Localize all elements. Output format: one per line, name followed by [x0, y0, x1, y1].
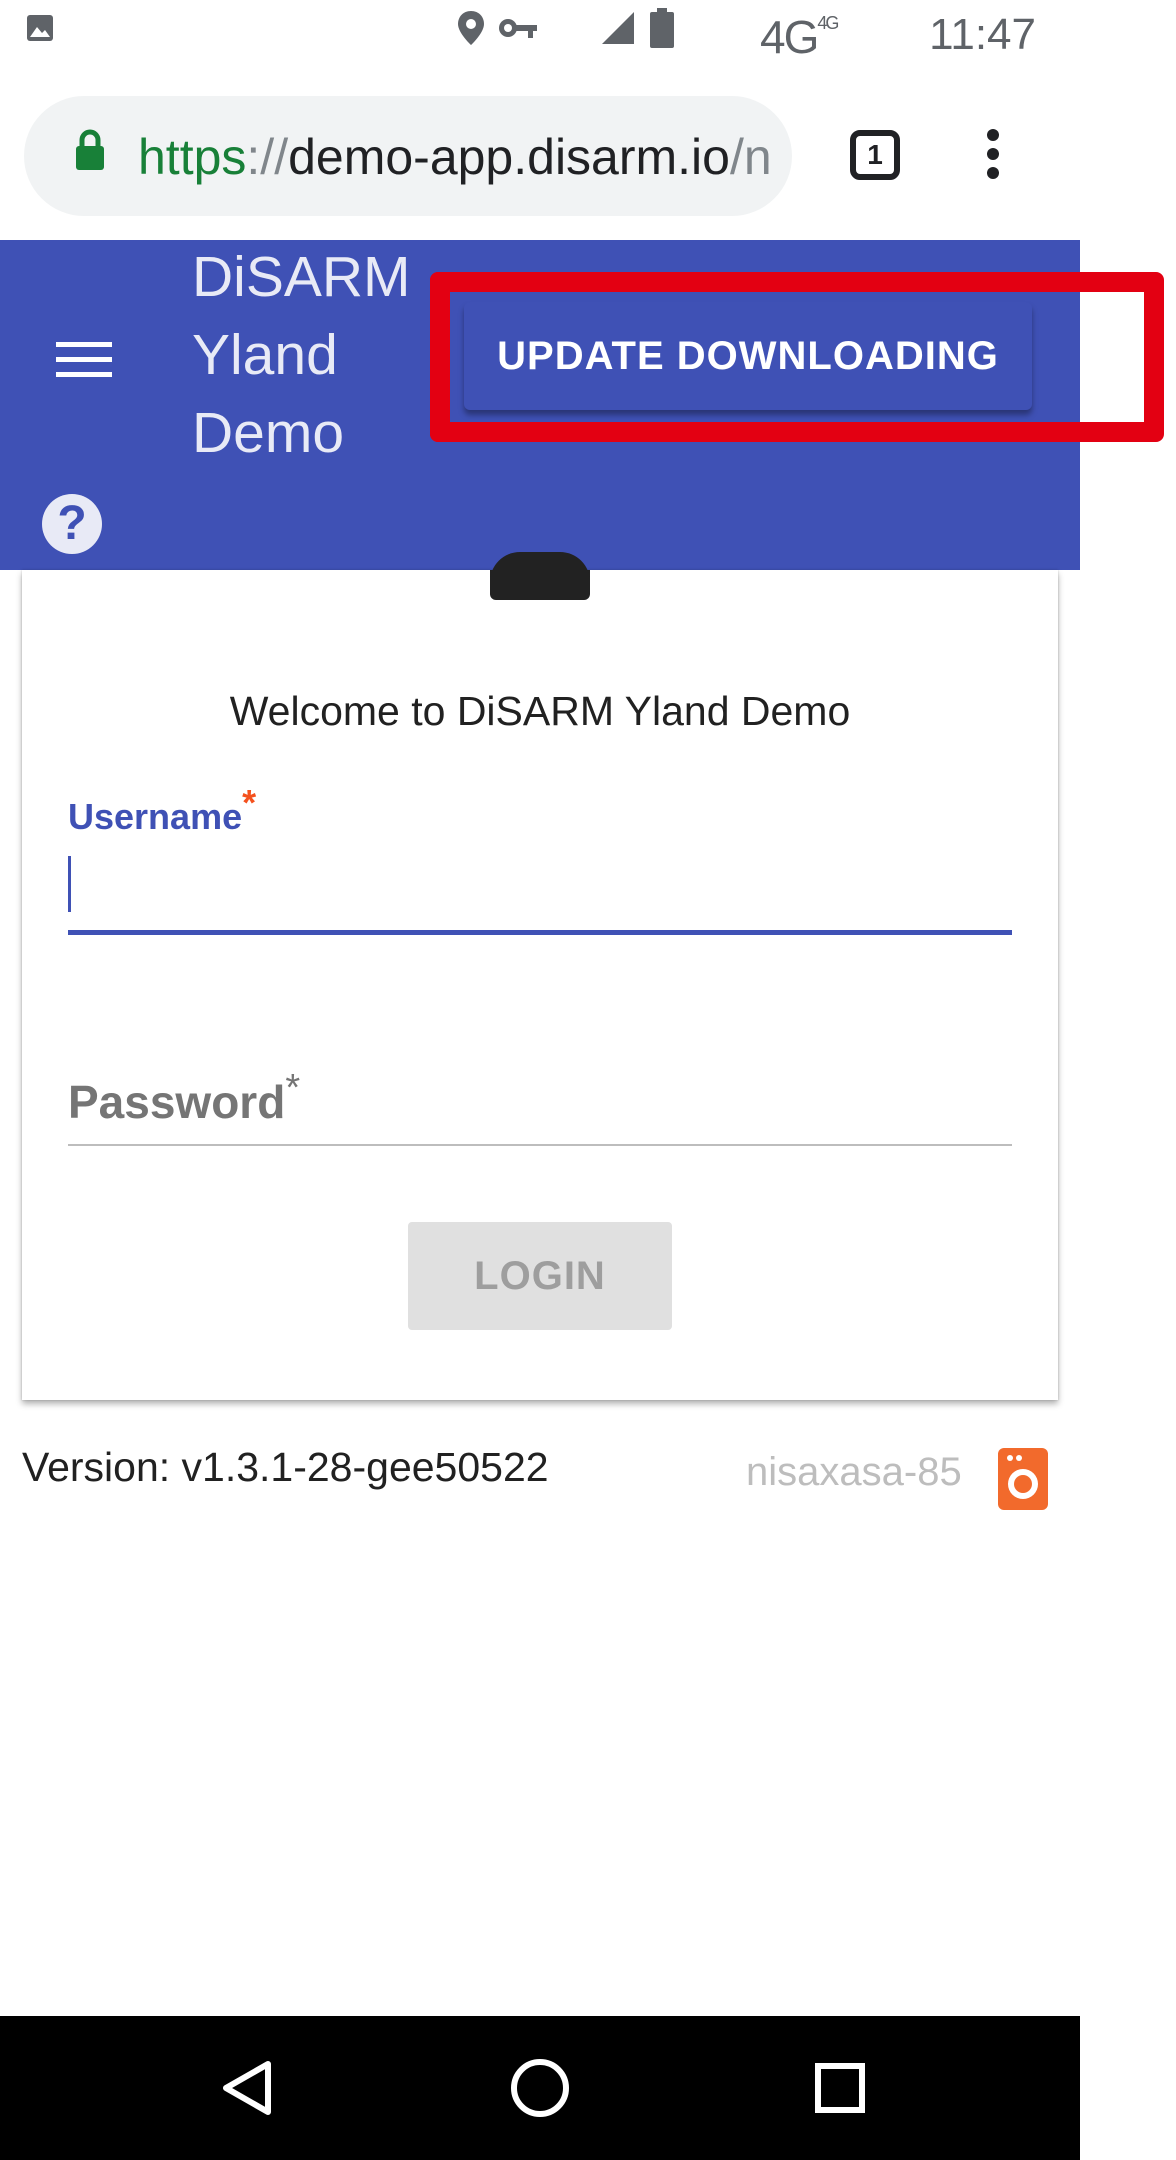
image-icon	[27, 15, 53, 41]
app-title-line-2: Yland	[192, 323, 338, 387]
signal-icon	[602, 12, 634, 44]
username-field[interactable]	[68, 850, 1012, 935]
battery-icon	[650, 8, 674, 48]
back-icon[interactable]	[220, 2060, 272, 2116]
url-text: https://demo-app.disarm.io/n	[138, 128, 772, 186]
highlight-annotation-overlay	[430, 272, 1164, 442]
location-icon	[458, 11, 484, 45]
card-handle	[490, 552, 590, 600]
status-bar: 4G4G 11:47	[0, 0, 1176, 72]
recents-icon[interactable]	[814, 2062, 866, 2114]
address-bar[interactable]: https://demo-app.disarm.io/n	[24, 96, 792, 216]
username-label: Username*	[68, 782, 256, 838]
device-id-text: nisaxasa-85	[746, 1450, 962, 1494]
login-button[interactable]: LOGIN	[408, 1222, 672, 1330]
help-icon[interactable]: ?	[42, 494, 102, 554]
menu-icon[interactable]	[56, 340, 112, 380]
navigation-bar	[0, 2016, 1080, 2160]
network-label: 4G	[760, 11, 819, 63]
network-type: 4G4G	[760, 10, 839, 64]
device-logo-icon	[998, 1448, 1048, 1510]
url-path: /n	[729, 129, 772, 185]
username-label-text: Username	[68, 796, 243, 837]
lock-icon	[76, 129, 104, 170]
password-field[interactable]	[68, 1080, 1012, 1146]
app-title-line-3: Demo	[192, 401, 345, 465]
url-host: demo-app.disarm.io	[288, 129, 730, 185]
vpn-key-icon	[499, 19, 537, 38]
more-options-icon[interactable]	[986, 128, 1000, 180]
text-cursor	[68, 856, 71, 912]
required-marker: *	[242, 782, 257, 823]
app-title-line-1: DiSARM	[192, 245, 411, 309]
version-text: Version: v1.3.1-28-gee50522	[22, 1444, 549, 1490]
url-separator: ://	[246, 129, 289, 185]
clock: 11:47	[929, 10, 1036, 59]
app-title: DiSARM Yland Demo	[192, 238, 432, 472]
tab-switcher-button[interactable]: 1	[850, 130, 900, 180]
url-scheme: https	[138, 129, 247, 185]
welcome-text: Welcome to DiSARM Yland Demo	[229, 688, 851, 734]
tab-count: 1	[867, 139, 883, 170]
network-sub-label: 4G	[817, 12, 839, 33]
home-icon[interactable]	[510, 2058, 570, 2118]
